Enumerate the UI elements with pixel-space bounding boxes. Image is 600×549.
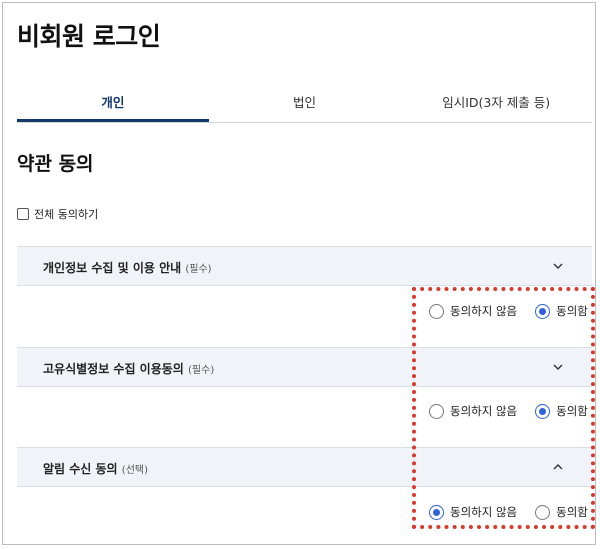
agree-label: 동의함 (556, 304, 588, 318)
chevron-down-icon[interactable] (552, 361, 564, 373)
consent-radio-group-notification: 동의하지 않음 동의함 (429, 504, 588, 520)
disagree-label: 동의하지 않음 (450, 304, 518, 318)
agree-all-checkbox[interactable] (17, 208, 29, 220)
disagree-option[interactable]: 동의하지 않음 (429, 504, 517, 520)
accordion-label: 알림 수신 동의 (선택) (43, 460, 148, 477)
login-type-tabs: 개인 법인 임시ID(3자 제출 등) (17, 85, 592, 123)
consent-radio-group-privacy: 동의하지 않음 동의함 (429, 303, 588, 319)
agree-option[interactable]: 동의함 (535, 403, 588, 419)
tab-temporary-id[interactable]: 임시ID(3자 제출 등) (400, 85, 592, 122)
agree-label: 동의함 (556, 404, 588, 418)
chevron-down-icon[interactable] (552, 260, 564, 272)
disagree-option[interactable]: 동의하지 않음 (429, 303, 517, 319)
agree-all-option[interactable]: 전체 동의하기 (17, 206, 98, 222)
accordion-header-unique-id[interactable]: 고유식별정보 수집 이용동의 (필수) (17, 347, 592, 387)
disagree-label: 동의하지 않음 (450, 404, 518, 418)
accordion-title: 고유식별정보 수집 이용동의 (43, 362, 184, 376)
accordion-header-privacy[interactable]: 개인정보 수집 및 이용 안내 (필수) (17, 246, 592, 286)
disagree-option[interactable]: 동의하지 않음 (429, 403, 517, 419)
accordion-label: 고유식별정보 수집 이용동의 (필수) (43, 360, 214, 377)
agree-all-label: 전체 동의하기 (34, 208, 99, 221)
accordion-header-notification[interactable]: 알림 수신 동의 (선택) (17, 447, 592, 487)
page-title: 비회원 로그인 (17, 22, 161, 51)
disagree-radio[interactable] (429, 303, 444, 319)
consent-radio-group-unique-id: 동의하지 않음 동의함 (429, 403, 588, 419)
required-tag: (필수) (185, 264, 212, 275)
agree-radio[interactable] (535, 403, 551, 419)
disagree-radio[interactable] (429, 403, 444, 419)
agree-radio[interactable] (535, 504, 551, 520)
accordion-title: 개인정보 수집 및 이용 안내 (43, 261, 182, 275)
tab-personal[interactable]: 개인 (17, 85, 209, 122)
tab-corporate[interactable]: 법인 (209, 85, 401, 122)
accordion-title: 알림 수신 동의 (43, 462, 118, 476)
accordion-label: 개인정보 수집 및 이용 안내 (필수) (43, 259, 212, 276)
agree-option[interactable]: 동의함 (535, 504, 588, 520)
page-frame: 비회원 로그인 개인 법인 임시ID(3자 제출 등) 약관 동의 전체 동의하… (2, 2, 596, 545)
disagree-radio[interactable] (429, 504, 444, 520)
chevron-up-icon[interactable] (552, 461, 564, 473)
agree-radio[interactable] (535, 303, 551, 319)
disagree-label: 동의하지 않음 (450, 505, 518, 519)
terms-section-title: 약관 동의 (17, 153, 94, 175)
agree-option[interactable]: 동의함 (535, 303, 588, 319)
agree-label: 동의함 (556, 505, 588, 519)
required-tag: (필수) (188, 365, 215, 376)
optional-tag: (선택) (121, 465, 148, 476)
